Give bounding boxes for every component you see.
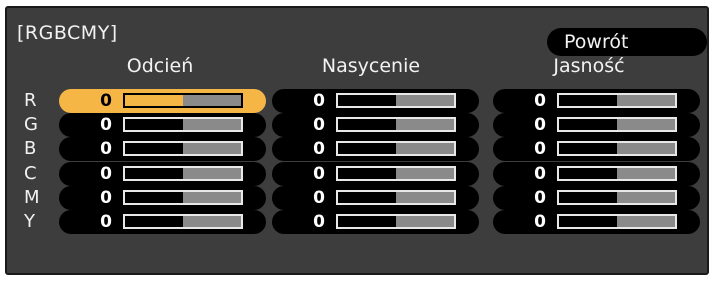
hue-value-y: 0 bbox=[100, 212, 112, 232]
hue-slider-r[interactable] bbox=[123, 93, 243, 108]
brightness-value-y: 0 bbox=[534, 212, 546, 232]
saturation-value-r: 0 bbox=[313, 91, 325, 111]
hue-cell-r[interactable]: 0 bbox=[59, 89, 266, 113]
slider-fill bbox=[559, 168, 617, 179]
saturation-slider-g[interactable] bbox=[336, 117, 456, 132]
saturation-slider-r[interactable] bbox=[336, 93, 456, 108]
hue-cell-c[interactable]: 0 bbox=[59, 162, 266, 186]
hue-slider-b[interactable] bbox=[123, 141, 243, 156]
brightness-cell-c[interactable]: 0 bbox=[493, 162, 700, 186]
brightness-value-m: 0 bbox=[534, 188, 546, 208]
saturation-cell-r[interactable]: 0 bbox=[272, 89, 479, 113]
saturation-slider-m[interactable] bbox=[336, 190, 456, 205]
hue-cell-g[interactable]: 0 bbox=[59, 113, 266, 137]
slider-fill bbox=[125, 168, 183, 179]
saturation-slider-y[interactable] bbox=[336, 214, 456, 229]
row-label-y: Y bbox=[24, 211, 35, 232]
menu-title: [RGBCMY] bbox=[17, 22, 118, 44]
hue-slider-m[interactable] bbox=[123, 190, 243, 205]
slider-fill bbox=[125, 143, 183, 154]
slider-fill bbox=[559, 192, 617, 203]
row-label-m: M bbox=[24, 187, 40, 208]
brightness-cell-b[interactable]: 0 bbox=[493, 137, 700, 161]
slider-fill bbox=[338, 192, 396, 203]
brightness-slider-c[interactable] bbox=[557, 166, 677, 181]
hue-value-b: 0 bbox=[100, 139, 112, 159]
slider-fill bbox=[338, 216, 396, 227]
brightness-slider-m[interactable] bbox=[557, 190, 677, 205]
brightness-cell-r[interactable]: 0 bbox=[493, 89, 700, 113]
saturation-cell-g[interactable]: 0 bbox=[272, 113, 479, 137]
hue-value-r: 0 bbox=[100, 91, 112, 111]
saturation-slider-b[interactable] bbox=[336, 141, 456, 156]
slider-fill bbox=[338, 143, 396, 154]
slider-fill bbox=[559, 95, 617, 106]
hue-cell-b[interactable]: 0 bbox=[59, 137, 266, 161]
back-button[interactable]: Powrót bbox=[547, 28, 707, 56]
column-header-saturation: Nasycenie bbox=[321, 55, 421, 77]
hue-slider-c[interactable] bbox=[123, 166, 243, 181]
slider-fill bbox=[559, 119, 617, 130]
brightness-slider-r[interactable] bbox=[557, 93, 677, 108]
brightness-value-b: 0 bbox=[534, 139, 546, 159]
slider-fill bbox=[338, 95, 396, 106]
saturation-cell-c[interactable]: 0 bbox=[272, 162, 479, 186]
brightness-value-r: 0 bbox=[534, 91, 546, 111]
column-header-hue: Odcień bbox=[126, 55, 194, 77]
hue-value-g: 0 bbox=[100, 115, 112, 135]
hue-slider-g[interactable] bbox=[123, 117, 243, 132]
hue-value-c: 0 bbox=[100, 164, 112, 184]
hue-cell-m[interactable]: 0 bbox=[59, 186, 266, 210]
slider-fill bbox=[559, 216, 617, 227]
saturation-cell-m[interactable]: 0 bbox=[272, 186, 479, 210]
hue-slider-y[interactable] bbox=[123, 214, 243, 229]
brightness-cell-m[interactable]: 0 bbox=[493, 186, 700, 210]
slider-fill bbox=[125, 216, 183, 227]
brightness-value-g: 0 bbox=[534, 115, 546, 135]
brightness-value-c: 0 bbox=[534, 164, 546, 184]
brightness-cell-y[interactable]: 0 bbox=[493, 210, 700, 234]
slider-fill bbox=[125, 95, 183, 106]
slider-fill bbox=[559, 143, 617, 154]
saturation-value-b: 0 bbox=[313, 139, 325, 159]
brightness-slider-y[interactable] bbox=[557, 214, 677, 229]
brightness-slider-g[interactable] bbox=[557, 117, 677, 132]
saturation-value-y: 0 bbox=[313, 212, 325, 232]
hue-cell-y[interactable]: 0 bbox=[59, 210, 266, 234]
saturation-value-c: 0 bbox=[313, 164, 325, 184]
brightness-slider-b[interactable] bbox=[557, 141, 677, 156]
row-label-g: G bbox=[24, 114, 38, 135]
row-label-b: B bbox=[24, 138, 37, 159]
column-header-brightness: Jasność bbox=[553, 55, 625, 77]
row-label-r: R bbox=[24, 90, 37, 111]
saturation-value-g: 0 bbox=[313, 115, 325, 135]
saturation-slider-c[interactable] bbox=[336, 166, 456, 181]
row-label-c: C bbox=[24, 163, 37, 184]
hue-value-m: 0 bbox=[100, 188, 112, 208]
slider-fill bbox=[338, 168, 396, 179]
slider-fill bbox=[125, 192, 183, 203]
saturation-cell-b[interactable]: 0 bbox=[272, 137, 479, 161]
brightness-cell-g[interactable]: 0 bbox=[493, 113, 700, 137]
saturation-cell-y[interactable]: 0 bbox=[272, 210, 479, 234]
saturation-value-m: 0 bbox=[313, 188, 325, 208]
slider-fill bbox=[338, 119, 396, 130]
slider-fill bbox=[125, 119, 183, 130]
